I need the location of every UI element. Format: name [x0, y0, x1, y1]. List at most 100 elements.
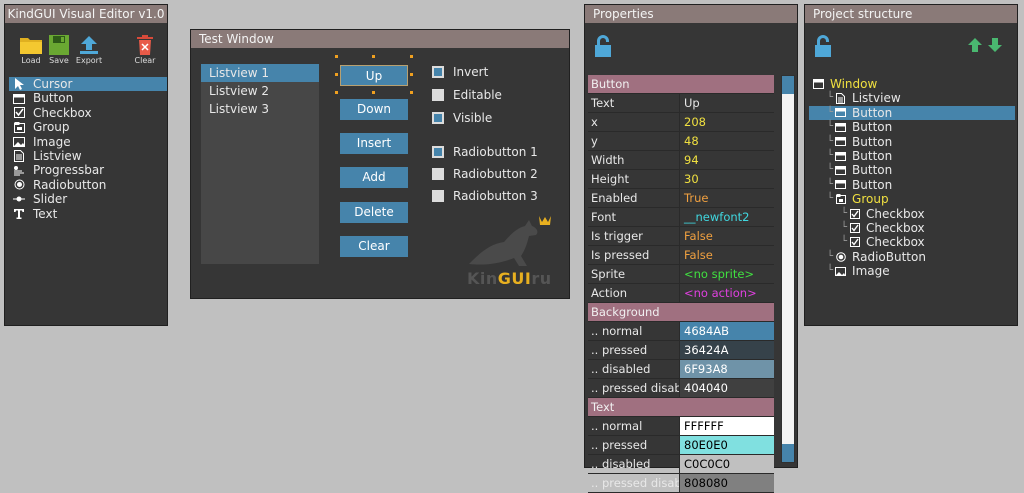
checkbox-invert[interactable]: Invert: [432, 65, 488, 79]
tree-item[interactable]: └ Group: [809, 192, 1015, 206]
property-key: .. pressed disab: [588, 379, 680, 397]
property-value[interactable]: 30: [680, 170, 774, 188]
kangaroo-logo-icon: [469, 216, 551, 266]
tree-item[interactable]: └ Button: [809, 149, 1015, 163]
selection-handle[interactable]: [372, 91, 375, 94]
export-button[interactable]: Export: [75, 35, 103, 65]
property-value[interactable]: <no sprite>: [680, 265, 774, 283]
listview-item[interactable]: Listview 1: [201, 64, 319, 82]
property-key: .. normal: [588, 322, 680, 340]
listview-item[interactable]: Listview 2: [201, 82, 319, 100]
property-value[interactable]: 36424A: [680, 341, 774, 359]
tree-item-label: Button: [852, 177, 893, 192]
selection-handle[interactable]: [410, 55, 413, 58]
checkbox-editable[interactable]: Editable: [432, 88, 502, 102]
widget-item-label: Checkbox: [33, 105, 92, 120]
save-button[interactable]: Save: [45, 35, 73, 65]
tree-item[interactable]: └ Button: [809, 178, 1015, 192]
down-button[interactable]: Down: [340, 99, 408, 120]
radiobutton-2[interactable]: Radiobutton 2: [432, 167, 538, 181]
property-value[interactable]: C0C0C0: [680, 455, 774, 473]
property-value[interactable]: 808080: [680, 474, 774, 492]
clear-button[interactable]: Clear: [131, 35, 159, 65]
tree-item[interactable]: Window: [809, 77, 1015, 91]
lock-icon[interactable]: [593, 35, 613, 57]
checkbox-label: Editable: [453, 88, 502, 102]
property-value[interactable]: False: [680, 227, 774, 245]
load-label: Load: [21, 56, 41, 65]
property-key: .. disabled: [588, 360, 680, 378]
scrollbar-thumb-bottom[interactable]: [782, 444, 794, 462]
property-value[interactable]: FFFFFF: [680, 417, 774, 435]
checkbox-visible[interactable]: Visible: [432, 111, 492, 125]
selection-handle[interactable]: [335, 73, 338, 76]
button-icon: [835, 136, 847, 147]
property-value[interactable]: 4684AB: [680, 322, 774, 340]
insert-button[interactable]: Insert: [340, 133, 408, 154]
widget-item-progressbar[interactable]: Progressbar: [9, 163, 167, 177]
tree-item[interactable]: └ Button: [809, 135, 1015, 149]
tree-item-label: Button: [852, 134, 893, 149]
selection-handle[interactable]: [335, 91, 338, 94]
property-value[interactable]: 6F93A8: [680, 360, 774, 378]
clear-button-test[interactable]: Clear: [340, 236, 408, 257]
property-value[interactable]: <no action>: [680, 284, 774, 302]
tree-item[interactable]: └ Image: [809, 264, 1015, 278]
tree-item[interactable]: └ Button: [809, 120, 1015, 134]
selection-handle[interactable]: [335, 55, 338, 58]
widget-item-button[interactable]: Button: [9, 91, 167, 105]
radiobutton-3[interactable]: Radiobutton 3: [432, 189, 538, 203]
radiobutton-1[interactable]: Radiobutton 1: [432, 145, 538, 159]
selection-handle[interactable]: [372, 55, 375, 58]
widget-item-slider[interactable]: Slider: [9, 192, 167, 206]
tree-item[interactable]: └ Button: [809, 105, 1015, 121]
arrow-up-icon[interactable]: [967, 37, 983, 53]
arrow-down-icon[interactable]: [987, 37, 1003, 53]
load-button[interactable]: Load: [17, 35, 45, 65]
listview[interactable]: Listview 1 Listview 2 Listview 3: [201, 64, 319, 264]
property-value[interactable]: 208: [680, 113, 774, 131]
widget-item-cursor[interactable]: Cursor: [9, 77, 167, 92]
widget-item-label: Radiobutton: [33, 177, 107, 192]
scrollbar-thumb-top[interactable]: [782, 76, 794, 94]
project-structure-window: Project structure Window └ Listview └ Button…: [804, 4, 1018, 326]
property-section-header: Text: [588, 398, 774, 417]
widget-item-listview[interactable]: Listview: [9, 149, 167, 163]
tree-guide: └: [841, 207, 848, 219]
kingui-logo-text: KinGUIru: [467, 269, 552, 288]
property-scrollbar[interactable]: [781, 75, 795, 463]
button-icon: [835, 107, 847, 118]
add-button[interactable]: Add: [340, 167, 408, 188]
tree-guide: └: [827, 164, 834, 176]
property-value[interactable]: 404040: [680, 379, 774, 397]
property-value[interactable]: False: [680, 246, 774, 264]
up-button[interactable]: Up: [340, 65, 408, 86]
property-value[interactable]: Up: [680, 94, 774, 112]
property-value[interactable]: __newfont2: [680, 208, 774, 226]
tree-item[interactable]: └ Checkbox: [809, 221, 1015, 235]
property-value[interactable]: True: [680, 189, 774, 207]
property-value[interactable]: 48: [680, 132, 774, 150]
widget-item-image[interactable]: Image: [9, 135, 167, 149]
widget-item-label: Progressbar: [33, 163, 105, 178]
property-value[interactable]: 94: [680, 151, 774, 169]
test-window-title: Test Window: [191, 30, 569, 48]
group-icon: [835, 194, 846, 205]
tree-item[interactable]: └ Checkbox: [809, 207, 1015, 221]
widget-item-group[interactable]: Group: [9, 120, 167, 134]
lock-icon[interactable]: [813, 35, 833, 57]
delete-button[interactable]: Delete: [340, 202, 408, 223]
tree-item[interactable]: └ Checkbox: [809, 235, 1015, 249]
tree-item[interactable]: └ Button: [809, 163, 1015, 177]
radio-box: [432, 168, 444, 180]
widget-item-checkbox[interactable]: Checkbox: [9, 106, 167, 120]
tree-item[interactable]: └ RadioButton: [809, 250, 1015, 264]
listview-item[interactable]: Listview 3: [201, 100, 319, 118]
selection-handle[interactable]: [410, 73, 413, 76]
selection-handle[interactable]: [410, 91, 413, 94]
widget-item-text[interactable]: Text: [9, 207, 167, 221]
property-value[interactable]: 80E0E0: [680, 436, 774, 454]
tree-item-label: Window: [830, 77, 878, 91]
widget-item-radiobutton[interactable]: Radiobutton: [9, 178, 167, 192]
tree-item[interactable]: └ Listview: [809, 91, 1015, 105]
